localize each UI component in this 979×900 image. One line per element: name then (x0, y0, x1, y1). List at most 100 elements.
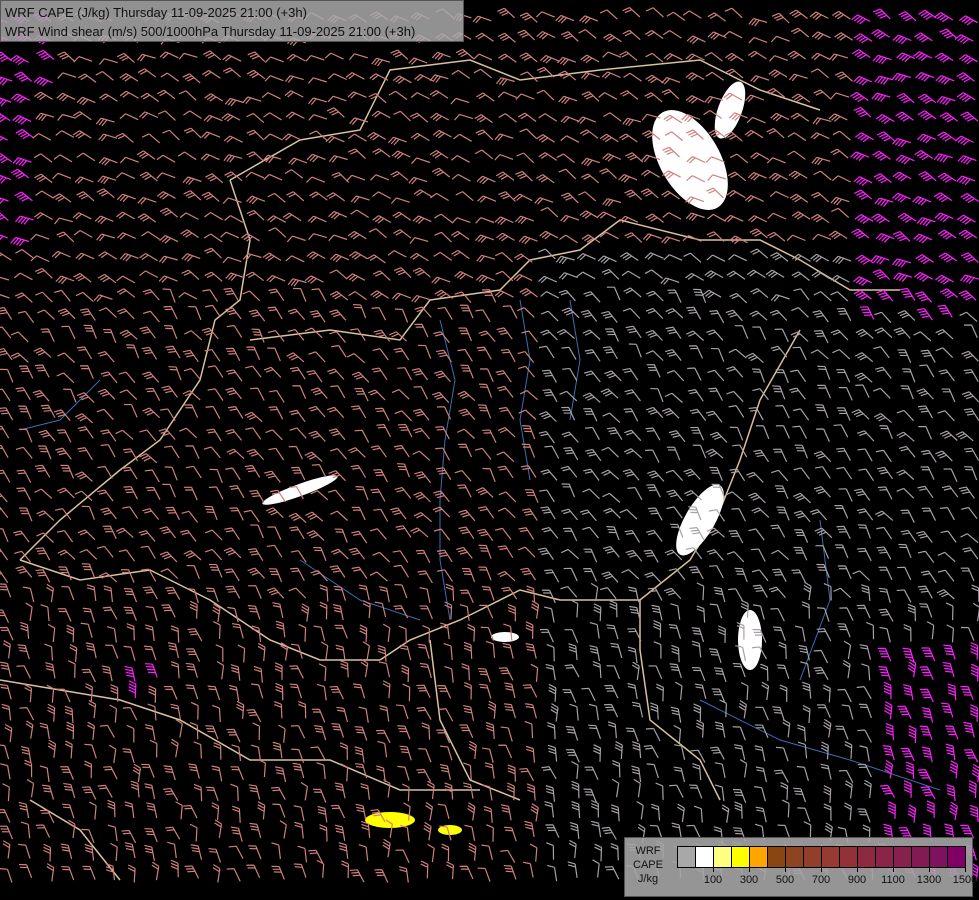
wind-barb (264, 470, 281, 483)
wind-barb (334, 824, 346, 841)
wind-barb (706, 231, 725, 242)
wind-barb (419, 662, 432, 679)
wind-barb (535, 11, 555, 18)
wind-barb (348, 291, 367, 301)
wind-barb (540, 506, 556, 520)
wind-barb (602, 346, 618, 360)
wind-barb (645, 7, 664, 18)
wind-barb (392, 75, 412, 84)
wind-barb (202, 50, 222, 61)
wind-barb (768, 55, 789, 62)
wind-barb (685, 272, 705, 281)
wind-barb (494, 216, 514, 226)
wind-barb (837, 688, 852, 703)
wind-barb (417, 344, 432, 359)
wind-barb (584, 349, 601, 362)
wind-barb (958, 54, 978, 65)
wind-barb (204, 247, 222, 259)
wind-barb (308, 849, 324, 863)
wind-barb (459, 589, 474, 604)
wind-barb (44, 643, 54, 661)
wind-barb (220, 231, 240, 239)
wind-barb (545, 785, 556, 802)
wind-barb (76, 191, 95, 202)
wind-barb (311, 708, 326, 723)
wind-barb (83, 324, 97, 339)
wind-barb (181, 269, 200, 280)
wind-barb (314, 725, 327, 741)
wind-barb (209, 468, 223, 484)
wind-barb (601, 310, 618, 323)
wind-barb (393, 444, 410, 458)
wind-barb (351, 405, 367, 419)
wind-barb (253, 665, 263, 683)
wind-barb (663, 254, 683, 261)
wind-barb (938, 369, 955, 382)
wind-barb (624, 389, 641, 402)
wind-barb (622, 7, 641, 18)
wind-barb (828, 113, 848, 122)
wind-barb (665, 307, 684, 319)
wind-barb (252, 722, 261, 741)
wind-barb (265, 429, 283, 441)
wind-barb (538, 113, 558, 122)
wind-barb (232, 805, 241, 823)
wind-barb (182, 73, 201, 84)
wind-barb (738, 700, 747, 719)
wind-barb (329, 448, 348, 460)
wind-barb (872, 54, 892, 65)
wind-barb (411, 367, 428, 381)
wind-barb (671, 644, 680, 663)
wind-barb (705, 448, 724, 459)
wind-barb (823, 718, 832, 738)
wind-barb (117, 232, 137, 240)
wind-barb (823, 803, 832, 821)
wind-barb (170, 859, 179, 878)
wind-barb (707, 12, 726, 22)
wind-barb (945, 602, 954, 621)
wind-barb (32, 389, 50, 402)
wind-barb (797, 724, 806, 742)
wind-barb (275, 620, 286, 638)
wind-barb (189, 823, 198, 842)
wind-barb (645, 449, 660, 463)
wind-barb (584, 766, 599, 781)
wind-barb (207, 365, 224, 378)
wind-barb (10, 168, 30, 180)
wind-barb (0, 444, 9, 458)
wind-barb (348, 251, 368, 260)
wind-barb (0, 407, 14, 421)
wind-barb (56, 688, 71, 703)
wind-barb (597, 255, 617, 264)
wind-barb (775, 405, 790, 419)
wind-barb (95, 117, 115, 127)
wind-barb (896, 431, 915, 442)
wind-barb (382, 623, 391, 642)
wind-barb (266, 274, 286, 283)
wind-barb (771, 549, 790, 561)
wind-barb (560, 214, 580, 223)
wind-barb (0, 825, 14, 840)
wind-barb (858, 468, 875, 482)
wind-barb (354, 429, 370, 443)
wind-barb (583, 468, 600, 481)
wind-barb (519, 12, 538, 23)
wind-barb (85, 682, 93, 702)
wind-barb (177, 151, 197, 161)
wind-barb (812, 233, 832, 241)
wind-barb (56, 530, 74, 543)
wind-barb (72, 111, 92, 121)
wind-barb (837, 623, 851, 638)
wind-barb (563, 447, 579, 461)
wind-barb (576, 271, 596, 280)
wind-barb (555, 14, 575, 24)
wind-barb (685, 330, 704, 341)
wind-barb (769, 309, 788, 321)
wind-barb (560, 31, 579, 42)
wind-barb (916, 530, 933, 543)
wind-barb (688, 566, 704, 580)
wind-barb (956, 92, 976, 103)
wind-barb (674, 681, 683, 700)
wind-barb (860, 306, 875, 320)
wind-barb (179, 212, 199, 220)
